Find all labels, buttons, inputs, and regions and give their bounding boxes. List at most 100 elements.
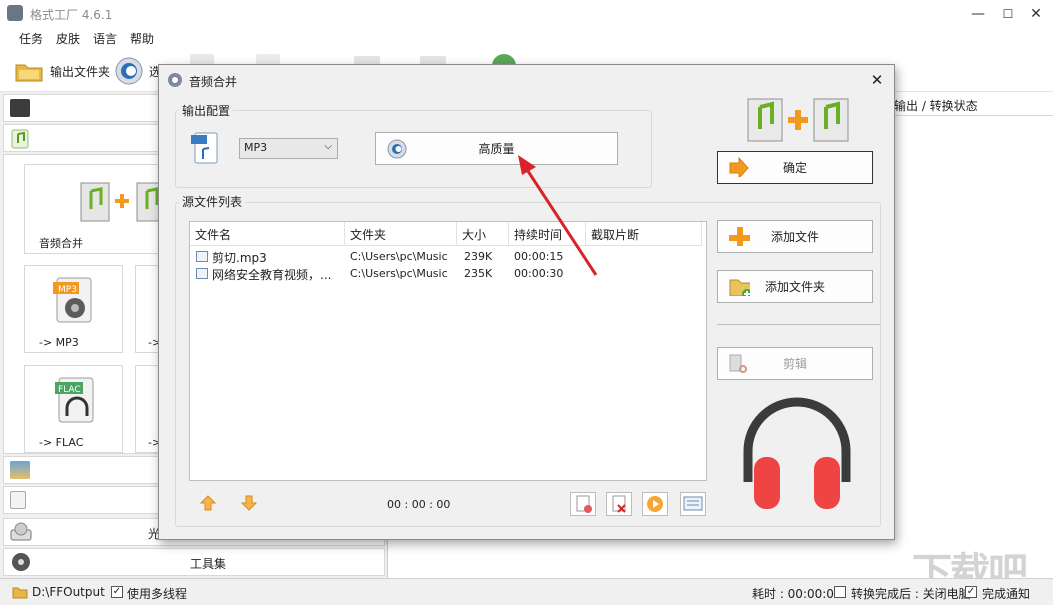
clear-list-icon [612, 495, 626, 513]
cell-filename: 网络安全教育视频，... [212, 268, 332, 282]
app-icon [7, 5, 23, 21]
cell-folder: C:\Users\pc\Music [350, 250, 448, 263]
audio-merge-icon [80, 182, 165, 222]
table-row[interactable]: 剪切.mp3 C:\Users\pc\Music 239K 00:00:15 [190, 248, 706, 265]
edit-button-label: 剪辑 [782, 357, 807, 371]
add-file-button[interactable]: 添加文件 [717, 220, 873, 253]
multithread-label: 使用多线程 [127, 587, 188, 601]
output-config-label: 输出配置 [179, 102, 234, 119]
format-select-value: MP3 [244, 141, 268, 154]
cell-size: 239K [464, 250, 493, 263]
flac-badge: FLAC [58, 385, 81, 395]
output-path[interactable]: D:\FFOutput [32, 585, 105, 599]
tile-to-mp3[interactable]: MP3 -> MP3 [24, 265, 123, 353]
col-clip[interactable]: 截取片断 [586, 222, 702, 246]
after-convert-label: 转换完成后 : 关闭电脑 [851, 587, 971, 601]
menu-skin[interactable]: 皮肤 [56, 30, 80, 47]
folder-icon [15, 64, 43, 82]
output-folder-label[interactable]: 输出文件夹 [50, 63, 110, 80]
status-bar: D:\FFOutput ✓ 使用多线程 耗时 : 00:00:00 转换完成后 … [0, 578, 1053, 605]
elapsed-time: 耗时 : 00:00:00 [752, 587, 842, 601]
document-icon [10, 491, 26, 509]
title-bar: 格式工厂 4.6.1 — ☐ ✕ [0, 0, 1053, 28]
menu-help[interactable]: 帮助 [130, 30, 154, 47]
tile-to-flac[interactable]: FLAC -> FLAC [24, 365, 123, 453]
music-note-icon [11, 129, 29, 149]
remove-file-button[interactable] [570, 492, 596, 516]
table-row[interactable]: 网络安全教育视频，... C:\Users\pc\Music 235K 00:0… [190, 265, 706, 282]
headphones-icon [743, 397, 851, 509]
menu-language[interactable]: 语言 [93, 30, 117, 47]
file-info-button[interactable] [680, 492, 706, 516]
notify-label: 完成通知 [982, 587, 1031, 601]
add-folder-label: 添加文件夹 [764, 280, 825, 294]
scissors-film-icon [729, 354, 747, 373]
quality-gear-icon [387, 139, 407, 159]
output-folder-icon [12, 587, 28, 599]
dialog-close-button[interactable]: ✕ [865, 69, 889, 91]
arrow-right-icon [729, 157, 749, 177]
col-size[interactable]: 大小 [457, 222, 509, 246]
cell-filename: 剪切.mp3 [212, 251, 267, 265]
film-icon [10, 99, 30, 117]
menu-bar [0, 28, 1053, 48]
mp3-format-icon [191, 132, 218, 164]
plus-icon [729, 227, 750, 246]
divider [717, 324, 880, 325]
chevron-down-icon: ⌵ [324, 141, 332, 152]
close-button[interactable]: ✕ [1021, 4, 1051, 24]
move-down-icon[interactable] [240, 494, 258, 512]
col-folder[interactable]: 文件夹 [345, 222, 457, 246]
maximize-button[interactable]: ☐ [993, 4, 1023, 24]
edit-button[interactable]: 剪辑 [717, 347, 873, 380]
tile-to-mp3-label: -> MP3 [39, 336, 79, 349]
options-button[interactable] [114, 56, 144, 86]
source-list-label: 源文件列表 [179, 193, 246, 210]
annotation-arrow [518, 155, 598, 276]
tools-label: 工具集 [190, 557, 227, 571]
notify-checkbox[interactable]: ✓ [965, 586, 977, 598]
col-filename[interactable]: 文件名 [190, 222, 345, 246]
format-select[interactable]: MP3 ⌵ [239, 138, 338, 159]
output-status-header: 输出 / 转换状态 [888, 94, 1053, 116]
options-gear-icon [115, 57, 143, 85]
window-title: 格式工厂 4.6.1 [30, 8, 113, 22]
play-button[interactable] [642, 492, 668, 516]
dialog-app-icon [168, 73, 182, 87]
move-up-icon[interactable] [199, 494, 217, 512]
mp3-badge: MP3 [58, 285, 77, 295]
tile-audio-merge[interactable]: 音频合并 [24, 164, 165, 254]
mp3-file-icon: MP3 [53, 277, 92, 323]
after-convert-checkbox[interactable] [834, 586, 846, 598]
ok-button-label: 确定 [782, 161, 807, 175]
file-icon [196, 251, 208, 262]
tile-audio-merge-label: 音频合并 [39, 237, 83, 250]
remove-file-icon [576, 495, 592, 513]
category-tools[interactable]: 工具集 [3, 548, 385, 576]
cell-folder: C:\Users\pc\Music [350, 267, 448, 280]
menu-task[interactable]: 任务 [19, 30, 43, 47]
task-list-area [896, 116, 1053, 578]
output-folder-button[interactable] [14, 59, 44, 83]
play-icon [647, 496, 663, 512]
dialog-title: 音频合并 [189, 75, 238, 89]
image-icon [10, 461, 30, 479]
add-folder-button[interactable]: 添加文件夹 [717, 270, 873, 303]
ok-button[interactable]: 确定 [717, 151, 873, 184]
file-list-table[interactable]: 文件名 文件夹 大小 持续时间 截取片断 剪切.mp3 C:\Users\pc\… [189, 221, 707, 481]
minimize-button[interactable]: — [963, 4, 993, 24]
reel-icon [12, 553, 30, 571]
cell-size: 235K [464, 267, 493, 280]
tile-to-flac-label: -> FLAC [39, 436, 84, 449]
optical-drive-icon [10, 522, 32, 541]
add-folder-icon [729, 279, 750, 296]
audio-merge-dialog: 音频合并 ✕ 输出配置 MP3 ⌵ 高质量 确定 源文件列表 文件名 文件夹 大… [158, 64, 895, 540]
file-icon [196, 268, 208, 279]
file-info-icon [683, 496, 703, 511]
clear-list-button[interactable] [606, 492, 632, 516]
multithread-checkbox[interactable]: ✓ [111, 586, 123, 598]
add-file-label: 添加文件 [770, 230, 819, 244]
total-time: 00 : 00 : 00 [387, 498, 451, 511]
flac-file-icon: FLAC [55, 377, 94, 423]
merge-banner-icon [747, 98, 849, 142]
